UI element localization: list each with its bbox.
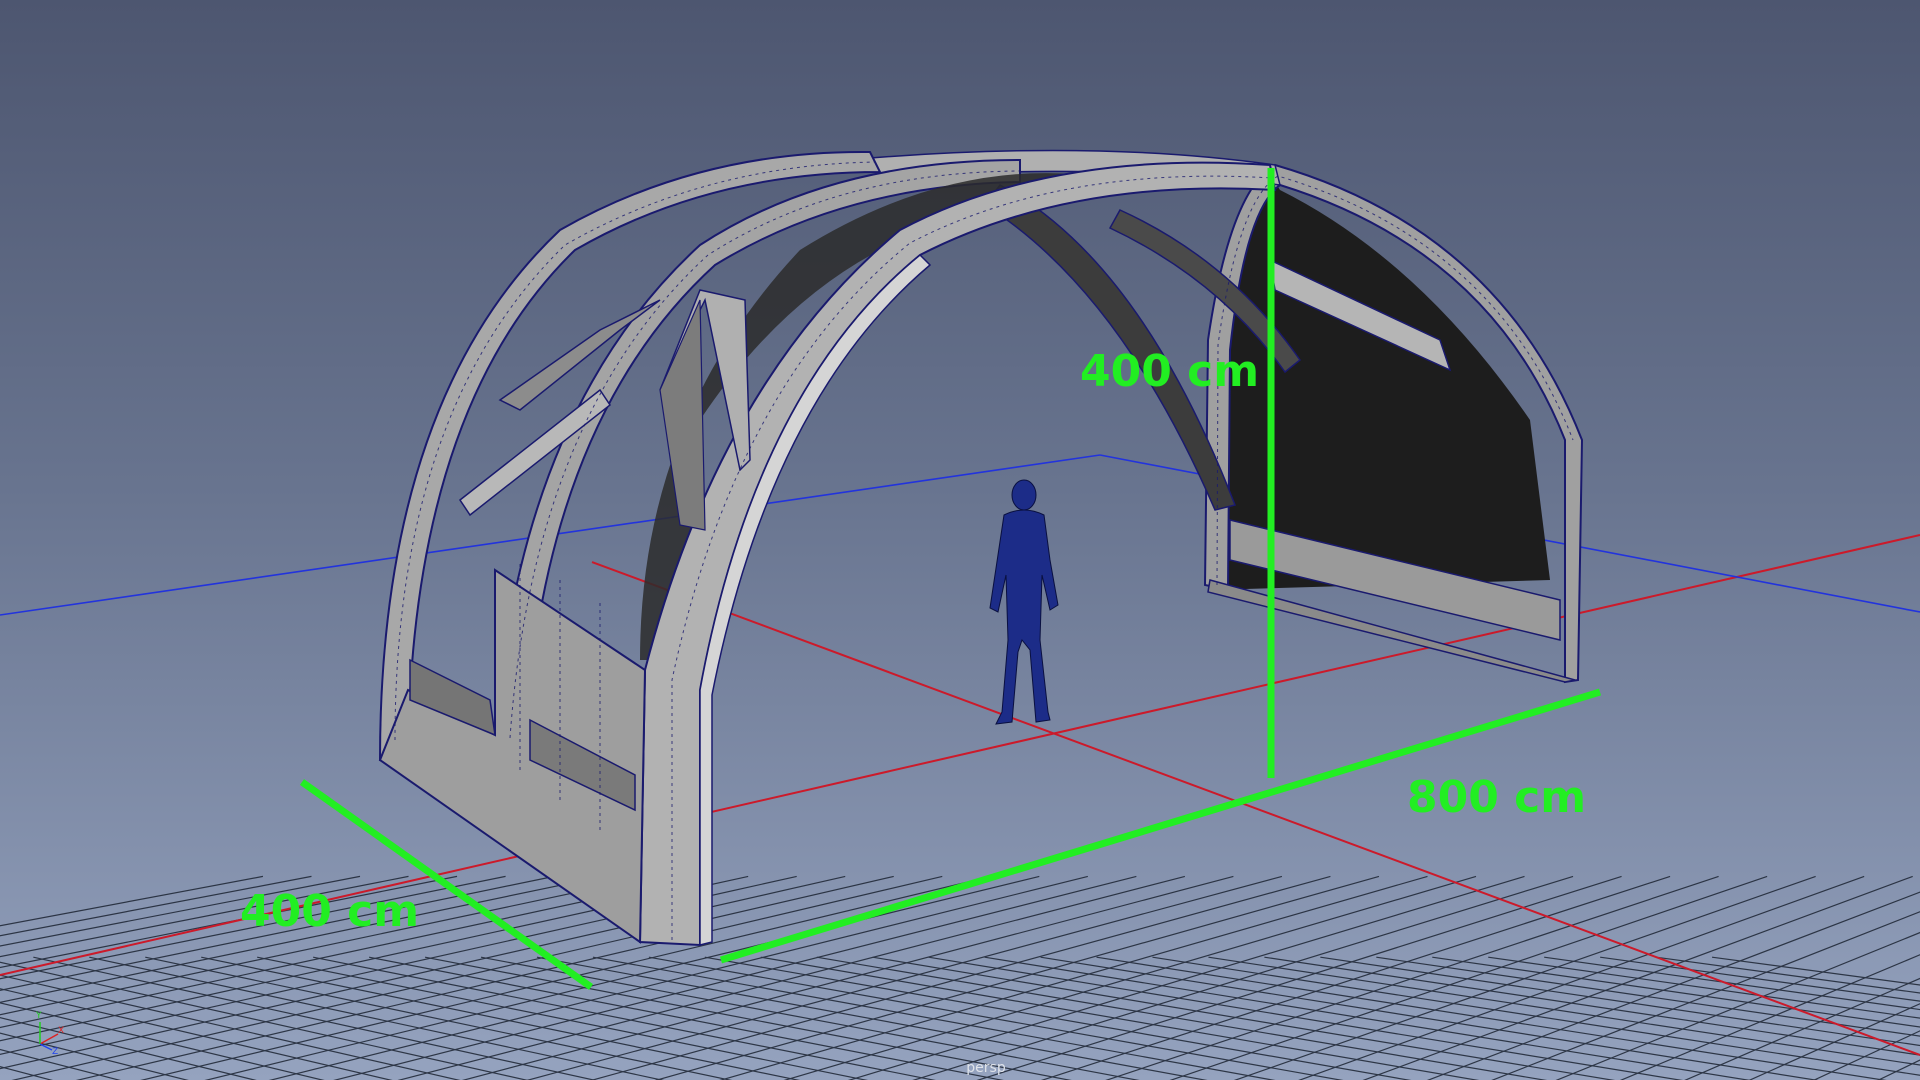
figure-head: [1011, 479, 1037, 511]
camera-name-label: persp: [966, 1060, 1006, 1076]
length-dimension-label: 800 cm: [1407, 772, 1587, 823]
height-dimension-label: 400 cm: [1080, 346, 1260, 397]
width-dimension-label: 400 cm: [240, 886, 420, 937]
axis-gizmo-y-label: Y: [36, 1011, 42, 1021]
axis-gizmo-z-label: Z: [52, 1047, 59, 1057]
axis-gizmo-x-label: X: [58, 1026, 65, 1036]
perspective-viewport[interactable]: 400 cm 800 cm 400 cm Y X Z persp: [0, 0, 1920, 1080]
